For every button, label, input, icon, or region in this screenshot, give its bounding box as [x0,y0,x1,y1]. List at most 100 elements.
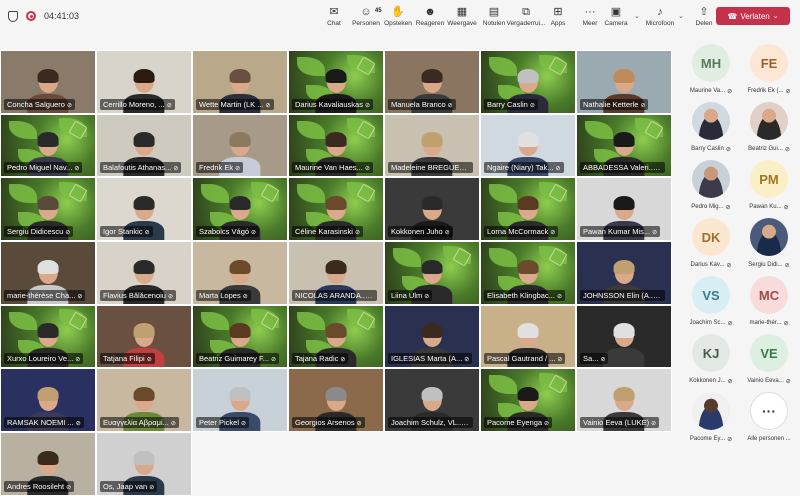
participant-avatar-tile[interactable]: Beatriz Gui... ⊘ [740,102,798,160]
phone-hangup-icon: ☎ [727,11,738,21]
toolbar-button-label: Reageren [415,19,445,27]
participant-name-label: Pascal Gautrand / ... ⊘ [484,353,566,365]
video-tile[interactable]: ABBADESSA Valeri... ⊘ [576,113,672,178]
video-tile[interactable]: Flavius Bălăcenoiu ⊘ [96,241,192,305]
video-tile[interactable]: Nathalie Ketterle ⊘ [576,50,672,114]
video-tile[interactable]: Barry Caslin ⊘ [480,50,576,114]
mic-muted-icon: ⊘ [783,205,789,211]
video-tile[interactable]: Liina Ulm ⊘ [384,241,480,305]
video-tile[interactable]: marie-thérèse Cha... ⊘ [0,241,96,305]
toolbar-button-react[interactable]: ☻ Reageren [414,0,446,32]
avatar-initials: DK [701,229,721,245]
participant-avatar-tile[interactable]: Sergiu Didi... ⊘ [740,218,798,276]
participant-avatar-tile[interactable]: VE Vainio Eeva... ⊘ [740,334,798,392]
participant-avatar-tile[interactable]: VS Joachim Sc... ⊘ [682,276,740,334]
mic-muted-icon: ⊘ [66,484,72,491]
video-tile[interactable]: Tatjana Filipi ⊘ [96,304,192,369]
participant-name: Sergiu Didi... [748,262,783,268]
video-tile[interactable]: Beatriz Guimarey F... ⊘ [192,304,288,369]
video-tile[interactable]: Os, Jaap van ⊘ [96,432,192,496]
toolbar-button-notes[interactable]: ▤ Notulen [478,0,510,32]
participant-name-label: Fredrik Ek (... ⊘ [747,88,790,95]
toolbar-button-people[interactable]: ☺ 45 Personen [350,0,382,32]
avatar [692,102,730,140]
video-tile[interactable]: Wette Martin (LK ... ⊘ [192,50,288,114]
video-tile[interactable]: Georgios Arsenos ⊘ [288,368,384,432]
video-tile[interactable]: Pedro Miguel Nav... ⊘ [0,113,96,178]
video-tile[interactable]: Manuela Branco ⊘ [384,50,480,114]
video-tile[interactable]: RAMSAK NOEMI ... ⊘ [0,368,96,432]
participant-avatar-tile[interactable]: Pedro Mig... ⊘ [682,160,740,218]
mic-muted-icon: ⊘ [424,293,430,300]
participant-name: Ngaire (Niary) Tak... [487,163,554,173]
camera-chevron-icon[interactable]: ⌄ [634,0,642,32]
participant-avatar-tile[interactable]: MH Maurine Va... ⊘ [682,44,740,102]
leave-button[interactable]: ☎ Verlaten ⌄ [716,7,790,25]
microphone-chevron-icon[interactable]: ⌄ [678,0,686,32]
video-tile[interactable]: Sa... ⊘ [576,304,672,369]
microphone-button[interactable]: ♪ Microfoon [642,0,678,32]
toolbar-button-label: Vergaderrui... [506,19,546,27]
video-tile[interactable]: JOHNSSON Elin (A... ⊘ [576,241,672,305]
video-tile[interactable]: Andres Roosileht ⊘ [0,432,96,496]
video-tile[interactable]: Xurxo Loureiro Ve... ⊘ [0,304,96,369]
participant-avatar-tile[interactable]: Pacome Ey... ⊘ [682,392,740,450]
participant-avatar-tile[interactable]: MC marie-thér... ⊘ [740,276,798,334]
toolbar-button-breakout[interactable]: ⧉ Vergaderrui... [506,0,545,32]
toolbar-button-raise-hand[interactable]: ✋ Opsteken [382,0,414,32]
video-tile[interactable]: Maurine Van Haes... ⊘ [288,113,384,178]
video-tile[interactable]: Concha Salguero ⊘ [0,50,96,114]
toolbar-button-chat[interactable]: ✉ Chat [318,0,350,32]
video-tile[interactable]: Szabolcs Vágó ⊘ [192,177,288,241]
video-tile[interactable]: Darius Kavaliauskas ⊘ [288,50,384,114]
participant-name: Marta Lopes [199,290,241,300]
video-tile[interactable]: Ngaire (Niary) Tak... ⊘ [480,113,576,178]
leave-chevron-icon[interactable]: ⌄ [773,12,779,20]
video-tile[interactable]: Pascal Gautrand / ... ⊘ [480,304,576,369]
video-tile[interactable]: Fredrik Ek ⊘ [192,113,288,178]
toolbar-left: 04:41:03 [0,10,300,22]
video-tile[interactable]: Céline Karasinski ⊘ [288,177,384,241]
mic-muted-icon: ⊘ [464,357,470,364]
video-tile[interactable]: Igor Stankic ⊘ [96,177,192,241]
participant-avatar-tile[interactable]: FE Fredrik Ek (... ⊘ [740,44,798,102]
video-tile[interactable]: Cerrillo Moreno, ... ⊘ [96,50,192,114]
video-tile[interactable]: Joachim Schulz, VL... ⊘ [384,368,480,432]
video-tile[interactable]: Marta Lopes ⊘ [192,241,288,305]
video-tile[interactable]: Elisabeth Klingbac... ⊘ [480,241,576,305]
video-tile[interactable]: Madeleine BREGUET ⊘ [384,113,480,178]
participant-avatar-tile[interactable]: KJ Kokkonen J... ⊘ [682,334,740,392]
participant-avatar-tile[interactable]: Barry Caslin ⊘ [682,102,740,160]
participant-name-label: Pedro Mig... ⊘ [691,204,730,211]
mic-muted-icon: ⊘ [265,102,271,109]
video-tile[interactable]: Pawan Kumar Mis... ⊘ [576,177,672,241]
participant-name: Os, Jaap van [103,481,148,491]
participant-name-label: Beatriz Gui... ⊘ [748,146,790,153]
video-tile[interactable]: Tajana Radic ⊘ [288,304,384,369]
video-tile[interactable]: Kokkonen Juho ⊘ [384,177,480,241]
video-tile[interactable]: Balafoutis Athanas... ⊘ [96,113,192,178]
mic-muted-icon: ⊘ [783,321,789,327]
video-tile[interactable]: Pacome Eyenga ⊘ [480,368,576,432]
video-tile[interactable]: Sergiu Didicescu ⊘ [0,177,96,241]
camera-button[interactable]: ▣ Camera [598,0,634,32]
video-tile[interactable]: Vainio Eeva (LUKE) ⊘ [576,368,672,432]
mic-muted-icon: ⊘ [726,263,732,269]
video-tile[interactable]: IGLESIAS Marta (A... ⊘ [384,304,480,369]
toolbar-button-apps[interactable]: ⊞ Apps [542,0,574,32]
video-tile[interactable]: Lorna McCormack ⊘ [480,177,576,241]
participant-name-label: Barry Caslin ⊘ [484,98,538,110]
shield-icon[interactable] [8,10,18,22]
toolbar-button-label: Meer [582,19,598,27]
participant-name: Sergiu Didicescu [7,226,64,236]
mic-muted-icon: ⊘ [235,166,241,173]
participant-name-label: Alle personen ... [747,436,790,442]
video-tile[interactable]: NICOLAS ARANDA... ⊘ [288,241,384,305]
video-tile[interactable]: Peter Pickel ⊘ [192,368,288,432]
participant-name-label: Sergiu Didicescu ⊘ [4,225,74,237]
video-tile[interactable]: Ευαγγελία Αβραμί... ⊘ [96,368,192,432]
toolbar-button-view[interactable]: ▦ Weergave [446,0,478,32]
participant-avatar-tile[interactable]: PM Pawan Ku... ⊘ [740,160,798,218]
all-participants-button[interactable]: ··· Alle personen ... [740,392,798,450]
participant-avatar-tile[interactable]: DK Darius Kav... ⊘ [682,218,740,276]
